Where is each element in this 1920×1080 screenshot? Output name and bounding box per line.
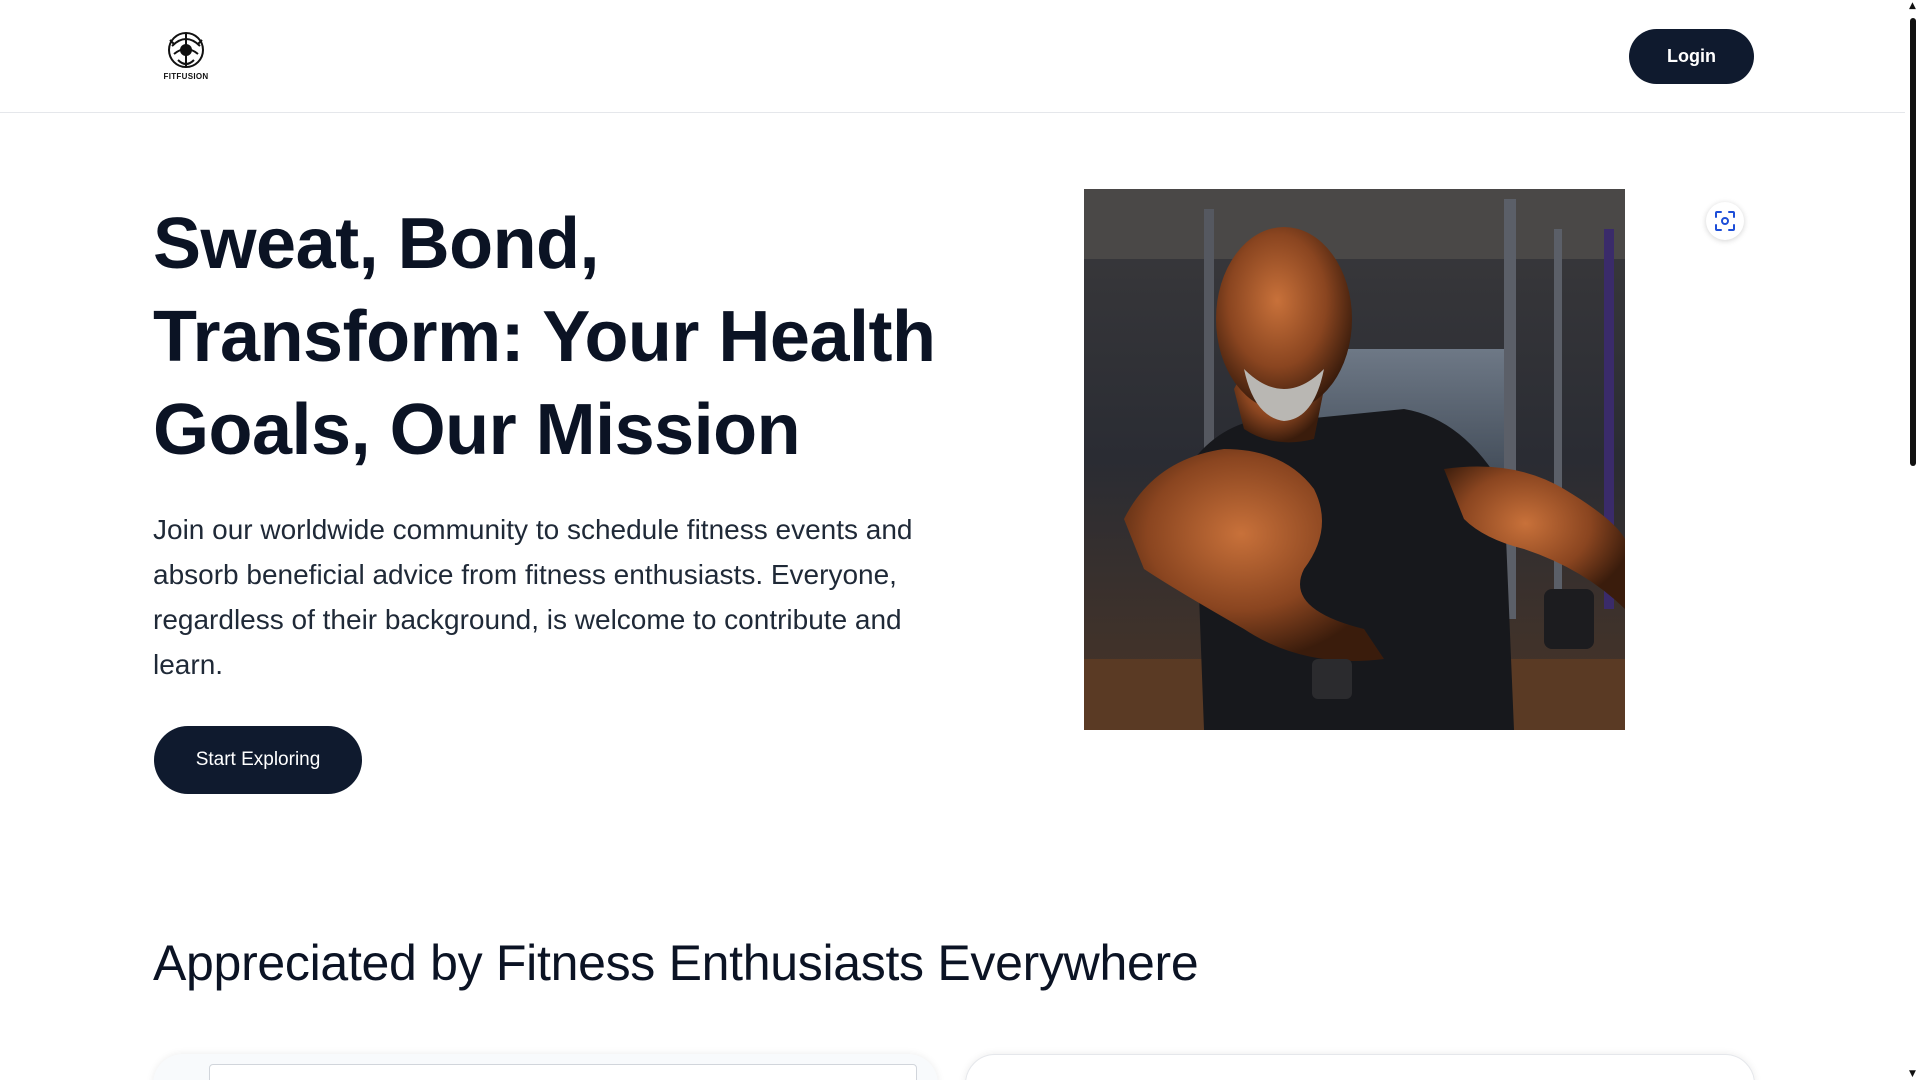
start-exploring-button[interactable]: Start Exploring xyxy=(154,726,362,794)
site-header: FITFUSION Login xyxy=(0,0,1905,113)
testimonials-title: Appreciated by Fitness Enthusiasts Every… xyxy=(153,935,1199,991)
testimonial-card xyxy=(965,1054,1755,1080)
page: FITFUSION Login Sweat, Bond, Transform: … xyxy=(0,0,1905,1080)
hero-description: Join our worldwide community to schedule… xyxy=(153,514,913,680)
scan-icon xyxy=(1715,211,1735,231)
logo-emblem-icon xyxy=(168,32,204,68)
testimonial-card-content xyxy=(209,1064,917,1080)
page-scrollbar[interactable]: ▲ ▼ xyxy=(1905,0,1920,1080)
login-button[interactable]: Login xyxy=(1629,29,1754,84)
scrollbar-thumb[interactable] xyxy=(1910,18,1916,466)
scroll-down-arrow-icon[interactable]: ▼ xyxy=(1908,1068,1917,1080)
image-scan-button[interactable] xyxy=(1706,202,1744,240)
hero-title: Sweat, Bond, Transform: Your Health Goal… xyxy=(153,204,936,470)
testimonial-card xyxy=(153,1054,938,1080)
logo[interactable]: FITFUSION xyxy=(160,28,212,82)
logo-text: FITFUSION xyxy=(163,72,209,81)
hero-image xyxy=(1084,189,1625,730)
scroll-up-arrow-icon[interactable]: ▲ xyxy=(1908,0,1917,12)
